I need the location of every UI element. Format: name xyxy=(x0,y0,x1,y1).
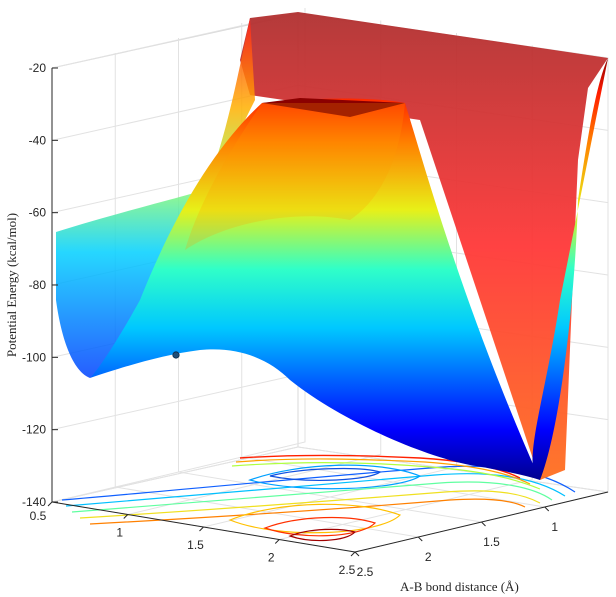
z-tick-label: -60 xyxy=(29,206,47,220)
right-axis-tick-mark xyxy=(417,536,423,542)
right-axis-tick-mark xyxy=(544,506,550,512)
right-axis-tick-mark xyxy=(354,551,360,557)
left-axis-tick-mark xyxy=(199,526,204,532)
left-axis-tick-label: 1 xyxy=(116,526,123,540)
right-axis-tick-label: 1.5 xyxy=(483,535,500,549)
z-tick-label: -100 xyxy=(22,350,46,364)
z-tick-label: -20 xyxy=(29,61,47,75)
left-axis-tick-label: 0.5 xyxy=(30,509,47,523)
right-axis-tick-mark xyxy=(481,521,486,527)
potential-energy-surface-plot: -20 -40 -60 -80 -100 -120 -140 Potential Energ… xyxy=(4,8,609,594)
right-axis-tick-label: 2.5 xyxy=(357,565,374,579)
right-axis-tick-label: 1 xyxy=(551,520,558,534)
z-tick-label: -80 xyxy=(29,278,47,292)
right-axis-tick-label: 2 xyxy=(425,550,432,564)
floor-axes: 0.5 1 1.5 2 2.5 1 1.5 2 2.5 A-B bond distance (… xyxy=(30,491,609,594)
x-axis-label: A-B bond distance (Å) xyxy=(400,579,519,594)
z-tick-label: -120 xyxy=(22,423,46,437)
z-tick-label: -40 xyxy=(29,133,47,147)
left-axis-tick-mark xyxy=(274,539,280,544)
contour-line xyxy=(71,481,553,513)
left-axis-tick-label: 2.5 xyxy=(339,563,356,577)
z-tick-label: -140 xyxy=(22,495,46,509)
left-axis-tick-mark xyxy=(47,501,53,507)
z-axis: -20 -40 -60 -80 -100 -120 -140 Potential Energ… xyxy=(4,61,58,509)
z-axis-label: Potential Energy (kcal/mol) xyxy=(4,213,19,357)
left-axis-tick-mark xyxy=(350,551,356,557)
saddle-point-marker xyxy=(172,351,180,359)
left-axis-tick-label: 1.5 xyxy=(187,538,204,552)
left-axis-tick-label: 2 xyxy=(268,551,275,565)
